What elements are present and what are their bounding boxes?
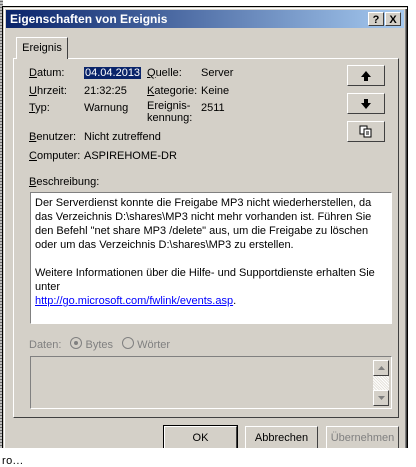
daten-scrollbar[interactable] bbox=[373, 360, 389, 406]
close-button[interactable]: X bbox=[385, 12, 401, 26]
tab-ereignis[interactable]: Ereignis bbox=[16, 37, 68, 59]
benutzer-label: Benutzer: bbox=[29, 131, 77, 143]
arrow-down-icon bbox=[361, 98, 371, 109]
bytes-radio[interactable] bbox=[70, 337, 83, 349]
scroll-up-icon bbox=[377, 366, 385, 370]
datum-label: Datum: bbox=[29, 67, 65, 79]
computer-value: ASPIREHOME-DR bbox=[84, 150, 177, 162]
window-title: Eigenschaften von Ereignis bbox=[10, 12, 168, 26]
typ-value: Warnung bbox=[84, 102, 129, 114]
properties-dialog: Eigenschaften von Ereignis ? X Ereignis … bbox=[2, 6, 408, 452]
ereigniskennung-value: 2511 bbox=[201, 102, 225, 114]
daten-label: Daten: bbox=[29, 339, 62, 351]
background-area bbox=[0, 448, 416, 467]
woerter-radio[interactable] bbox=[122, 337, 135, 349]
scroll-down-icon bbox=[377, 396, 385, 400]
arrow-up-icon bbox=[361, 70, 371, 81]
typ-label: Typ: bbox=[29, 102, 50, 114]
computer-label: Computer: bbox=[29, 150, 81, 162]
previous-event-button[interactable] bbox=[347, 65, 385, 86]
kategorie-value: Keine bbox=[201, 85, 230, 97]
next-event-button[interactable] bbox=[347, 93, 385, 114]
datum-value[interactable]: 04.04.2013 bbox=[84, 67, 142, 79]
ok-button[interactable]: OK bbox=[163, 425, 238, 451]
daten-textbox[interactable] bbox=[30, 356, 392, 409]
ereigniskennung-label: Ereignis-kennung: bbox=[147, 100, 193, 124]
events-link[interactable]: http://go.microsoft.com/fwlink/events.as… bbox=[35, 295, 233, 307]
scroll-up-button[interactable] bbox=[373, 360, 389, 376]
title-bar: Eigenschaften von Ereignis ? X bbox=[6, 10, 404, 28]
woerter-label: Wörter bbox=[137, 339, 171, 351]
scroll-down-button[interactable] bbox=[373, 390, 389, 406]
kategorie-label: Kategorie: bbox=[147, 85, 198, 97]
bytes-label: Bytes bbox=[85, 339, 113, 351]
quelle-label: Quelle: bbox=[147, 67, 182, 79]
help-button[interactable]: ? bbox=[368, 12, 384, 26]
uhrzeit-value: 21:32:25 bbox=[84, 85, 127, 97]
apply-button[interactable]: Übernehmen bbox=[326, 426, 399, 450]
daten-row: Daten: Bytes Wörter bbox=[29, 337, 170, 351]
cancel-button[interactable]: Abbrechen bbox=[245, 426, 318, 450]
copy-button[interactable] bbox=[347, 121, 385, 142]
description-textbox[interactable]: Der Serverdienst konnte die Freigabe MP3… bbox=[30, 192, 392, 324]
copy-icon bbox=[359, 125, 372, 138]
benutzer-value: Nicht zutreffend bbox=[84, 131, 161, 143]
scroll-track[interactable] bbox=[373, 376, 389, 390]
uhrzeit-label: Uhrzeit: bbox=[29, 85, 67, 97]
quelle-value: Server bbox=[201, 67, 234, 79]
description-paragraph-1: Der Serverdienst konnte die Freigabe MP3… bbox=[35, 197, 372, 251]
background-text: ro... bbox=[2, 455, 24, 467]
description-paragraph-2: Weitere Informationen über die Hilfe- un… bbox=[35, 267, 375, 307]
beschreibung-label: Beschreibung: bbox=[29, 176, 100, 188]
